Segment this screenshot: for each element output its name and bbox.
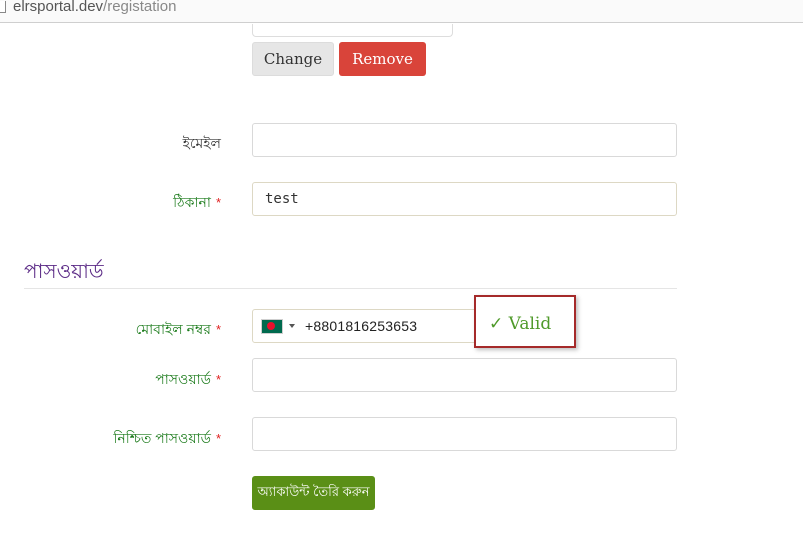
page-icon (0, 1, 6, 13)
address-value: test (265, 191, 299, 207)
password-section-title: পাসওয়ার্ড (24, 261, 104, 283)
password-field[interactable] (252, 358, 677, 392)
mobile-field[interactable]: +8801816253653 (252, 309, 485, 343)
validation-status: ✓ Valid (489, 314, 552, 334)
required-mark: * (215, 431, 221, 446)
mobile-value: +8801816253653 (305, 318, 418, 334)
section-divider (24, 288, 677, 289)
browser-address-bar[interactable]: elrsportal.dev/registation (0, 0, 803, 23)
change-photo-button[interactable]: Change (252, 42, 334, 76)
address-field[interactable]: test (252, 182, 677, 216)
confirm-password-label: নিশ্চিত পাসওয়ার্ড * (113, 430, 221, 446)
create-account-button[interactable]: অ্যাকাউন্ট তৈরি করুন (252, 476, 375, 510)
url-text[interactable]: elrsportal.dev/registation (13, 0, 176, 15)
photo-preview-frame (252, 24, 453, 37)
country-selector[interactable] (253, 310, 299, 342)
required-mark: * (215, 322, 221, 337)
address-label: ঠিকানা * (173, 194, 221, 210)
required-mark: * (215, 195, 221, 210)
required-mark: * (215, 372, 221, 387)
chevron-down-icon (289, 324, 295, 328)
email-field[interactable] (252, 123, 677, 157)
confirm-password-field[interactable] (252, 417, 677, 451)
bangladesh-flag-icon (261, 318, 283, 334)
password-label: পাসওয়ার্ড * (155, 371, 221, 387)
mobile-label: মোবাইল নম্বর * (135, 321, 221, 337)
email-label: ইমেইল (182, 135, 221, 151)
remove-photo-button[interactable]: Remove (339, 42, 426, 76)
